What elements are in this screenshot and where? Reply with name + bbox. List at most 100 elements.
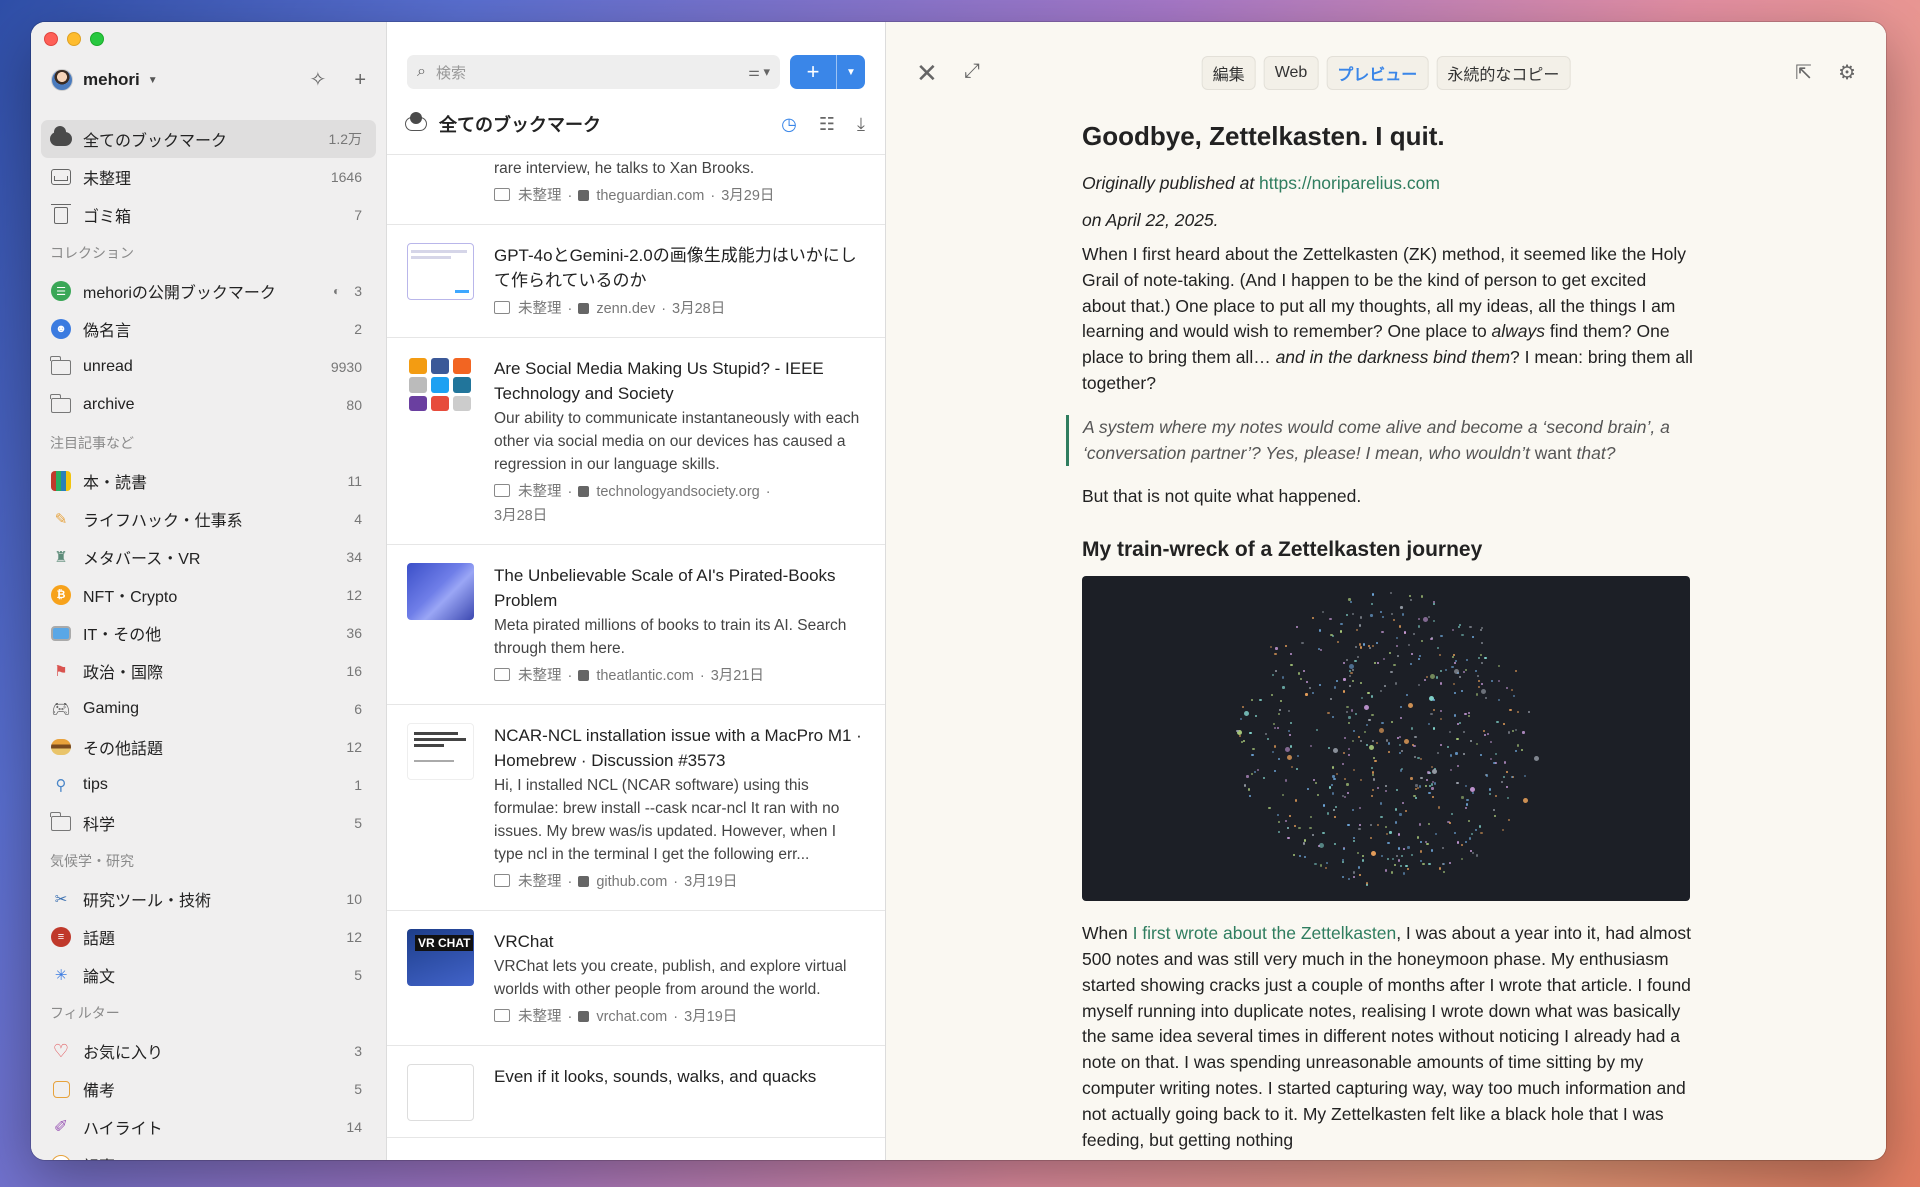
close-window-button[interactable] <box>44 32 58 46</box>
sidebar-item-count: 5 <box>354 1081 362 1097</box>
list-item[interactable]: GPT-4oとGemini-2.0の画像生成能力はいかにして作られているのか 未… <box>387 225 885 338</box>
graph-node <box>1449 768 1452 771</box>
text-run: that? <box>1571 442 1616 463</box>
zoom-window-button[interactable] <box>90 32 104 46</box>
graph-node <box>1370 766 1373 769</box>
graph-node <box>1505 771 1508 774</box>
graph-node <box>1250 772 1253 775</box>
sidebar-item-public-bookmarks[interactable]: ☰ mehoriの公開ブックマーク ◐ 3 <box>41 272 376 310</box>
reader-toolbar: ✕ ⤢ 編集 Web プレビュー 永続的なコピー ⇱ ⚙ <box>886 56 1886 92</box>
sidebar-item-unread[interactable]: unread 9930 <box>41 348 376 386</box>
gear-icon[interactable]: ⚙ <box>1838 60 1856 85</box>
graph-node <box>1341 876 1345 879</box>
sidebar-item-topics[interactable]: ≡ 話題 12 <box>41 918 376 956</box>
list-item[interactable]: VR CHAT VRChat VRChat lets you create, p… <box>387 911 885 1046</box>
graph-node <box>1475 829 1478 832</box>
text-run: When <box>1082 923 1133 944</box>
graph-node <box>1274 769 1277 773</box>
sort-by-date-icon[interactable]: ◷ <box>781 114 797 135</box>
graph-node <box>1353 876 1356 879</box>
sidebar-item-archive[interactable]: archive 80 <box>41 386 376 424</box>
graph-node <box>1239 735 1242 738</box>
sidebar-item-books[interactable]: 本・読書 11 <box>41 462 376 500</box>
graph-node <box>1288 814 1291 817</box>
article: Goodbye, Zettelkasten. I quit. Originall… <box>1066 118 1694 1160</box>
graph-node <box>1348 684 1351 687</box>
sidebar-item-trash[interactable]: ゴミ箱 7 <box>41 196 376 234</box>
graph-node <box>1366 884 1369 887</box>
sidebar-item-highlights[interactable]: ✐ ハイライト 14 <box>41 1108 376 1146</box>
list-item[interactable]: The Unbelievable Scale of AI's Pirated-B… <box>387 545 885 705</box>
sidebar-item-papers[interactable]: ✳ 論文 5 <box>41 956 376 994</box>
sparkles-icon[interactable]: ✧ <box>310 70 327 90</box>
graph-node <box>1351 809 1355 812</box>
sidebar-item-all-bookmarks[interactable]: 全てのブックマーク 1.2万 <box>41 120 376 158</box>
sidebar-item-count: 12 <box>346 929 362 945</box>
sidebar-item-science[interactable]: 科学 5 <box>41 804 376 842</box>
sidebar-item-politics[interactable]: ⚑ 政治・国際 16 <box>41 652 376 690</box>
graph-node <box>1355 629 1359 632</box>
plus-icon[interactable]: + <box>790 55 837 89</box>
expand-icon[interactable]: ⤢ <box>964 60 980 83</box>
list-item[interactable]: Even if it looks, sounds, walks, and qua… <box>387 1046 885 1138</box>
list-item[interactable]: Are Social Media Making Us Stupid? - IEE… <box>387 338 885 545</box>
close-icon[interactable]: ✕ <box>916 58 938 89</box>
chevron-down-icon[interactable]: ▼ <box>837 55 865 89</box>
graph-node <box>1461 857 1464 860</box>
sidebar-item-it[interactable]: IT・その他 36 <box>41 614 376 652</box>
list-item[interactable]: made him Japan's most successful film-ma… <box>387 155 885 225</box>
graph-node <box>1371 695 1374 698</box>
sidebar-item-other-topics[interactable]: その他話題 12 <box>41 728 376 766</box>
sidebar-item-count: 2 <box>354 321 362 337</box>
sidebar-item-tips[interactable]: ⚲ tips 1 <box>41 766 376 804</box>
chevron-down-icon: ▼ <box>147 74 158 86</box>
sidebar-item-lifehack[interactable]: ✎ ライフハック・仕事系 4 <box>41 500 376 538</box>
tab-web[interactable]: Web <box>1263 56 1319 90</box>
graph-node <box>1277 713 1281 716</box>
graph-node <box>1512 694 1515 697</box>
sidebar-item-nft[interactable]: ₿ NFT・Crypto 12 <box>41 576 376 614</box>
graph-node <box>1331 792 1335 795</box>
sidebar-item-metaverse[interactable]: ♜ メタバース・VR 34 <box>41 538 376 576</box>
article-inline-link[interactable]: I first wrote about the Zettelkasten <box>1133 923 1397 943</box>
minimize-window-button[interactable] <box>67 32 81 46</box>
view-mode-icon[interactable]: ☷ <box>819 114 835 135</box>
graph-node <box>1358 643 1361 646</box>
source-link[interactable]: https://noriparelius.com <box>1259 173 1440 193</box>
graph-node <box>1522 731 1525 734</box>
section-title-collections[interactable]: コレクション <box>41 234 376 272</box>
sidebar-item-gaming[interactable]: 🎮︎ Gaming 6 <box>41 690 376 728</box>
add-bookmark-button[interactable]: + ▼ <box>790 55 865 89</box>
sidebar-item-research-tools[interactable]: ✂ 研究ツール・技術 10 <box>41 880 376 918</box>
sidebar-item-unsorted[interactable]: 未整理 1646 <box>41 158 376 196</box>
sidebar-item-articles[interactable]: ≡ 記事 6932 <box>41 1146 376 1160</box>
download-icon[interactable]: ⤓ <box>857 114 865 135</box>
tab-preview[interactable]: プレビュー <box>1326 56 1429 90</box>
graph-node <box>1345 659 1348 662</box>
add-collection-button[interactable]: + <box>354 70 366 90</box>
item-meta: 未整理 · theguardian.com · 3月29日 <box>494 184 867 208</box>
graph-node <box>1412 633 1415 636</box>
graph-node <box>1330 697 1333 701</box>
graph-node <box>1384 785 1387 788</box>
graph-node <box>1425 675 1428 678</box>
open-external-icon[interactable]: ⇱ <box>1795 60 1812 85</box>
section-title-research[interactable]: 気候学・研究 <box>41 842 376 880</box>
tab-permanent-copy[interactable]: 永続的なコピー <box>1436 56 1571 90</box>
section-title-featured[interactable]: 注目記事など <box>41 424 376 462</box>
graph-node <box>1479 753 1482 756</box>
graph-node <box>1464 840 1467 843</box>
section-title-filters[interactable]: フィルター <box>41 994 376 1032</box>
graph-node <box>1372 756 1376 759</box>
graph-node <box>1254 714 1257 717</box>
sidebar-item-fake-quotes[interactable]: ☻ 偽名言 2 <box>41 310 376 348</box>
sidebar-item-favorites[interactable]: ♡ お気に入り 3 <box>41 1032 376 1070</box>
graph-node <box>1413 756 1416 759</box>
graph-node <box>1363 643 1366 646</box>
filter-options-icon[interactable]: ⚌ ▾ <box>748 64 770 80</box>
list-item[interactable]: NCAR-NCL installation issue with a MacPr… <box>387 705 885 911</box>
account-switcher[interactable]: mehori ▼ ✧ + <box>51 62 366 98</box>
sidebar-item-notes[interactable]: 備考 5 <box>41 1070 376 1108</box>
search-input[interactable]: ⌕ 検索 ⚌ ▾ <box>407 55 780 89</box>
tab-edit[interactable]: 編集 <box>1201 56 1256 90</box>
